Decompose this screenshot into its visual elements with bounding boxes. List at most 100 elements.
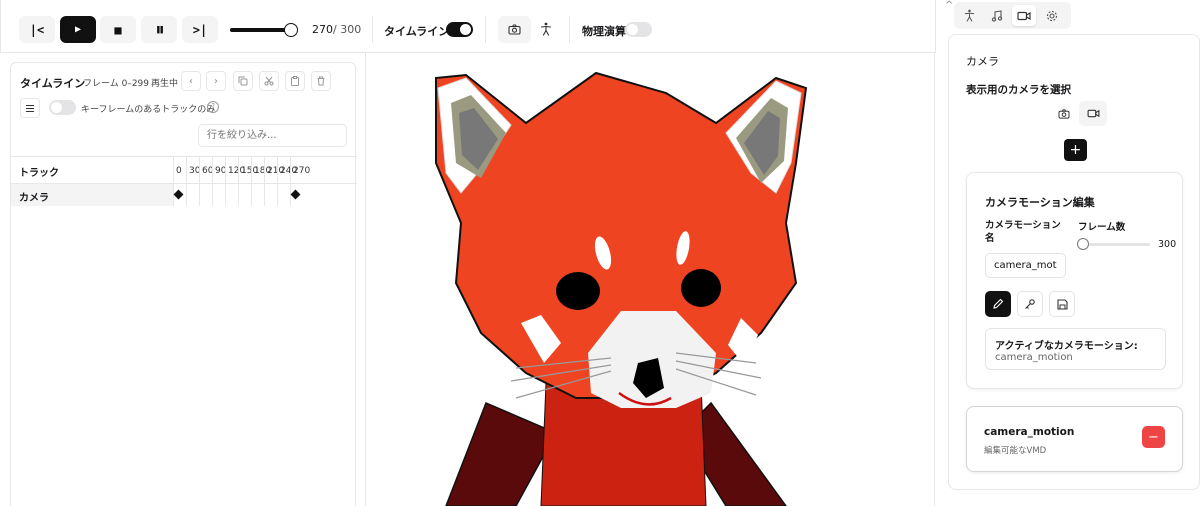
frames-slider-thumb[interactable] xyxy=(1077,238,1089,250)
grid-line xyxy=(238,156,239,206)
camera-icon xyxy=(508,24,521,35)
prev-keyframe-button[interactable]: ‹ xyxy=(181,71,201,91)
scissors-icon xyxy=(264,76,274,86)
current-frame: 270 xyxy=(312,23,333,36)
physics-toggle-knob xyxy=(627,24,638,35)
red-panda-model xyxy=(435,71,808,506)
frame-tick-label: 270 xyxy=(293,166,311,176)
panda-left-arm xyxy=(445,402,558,506)
keyframe-only-toggle[interactable] xyxy=(49,100,76,115)
keyframe-tool-button[interactable] xyxy=(1017,291,1043,317)
edit-motion-button[interactable] xyxy=(985,291,1011,317)
camera-motion-editor: カメラモーション編集 カメラモーション名 フレーム数 300 アクティブなカメラ… xyxy=(966,172,1183,389)
camera-icon-button[interactable] xyxy=(498,16,531,43)
inspector-tabs xyxy=(954,2,1071,29)
save-motion-button[interactable] xyxy=(1049,291,1075,317)
divider xyxy=(372,16,373,43)
timeline-toggle[interactable] xyxy=(446,22,473,37)
timeline-status: 再生中 xyxy=(151,79,179,89)
video-camera-icon xyxy=(1017,11,1031,20)
physics-toggle[interactable] xyxy=(625,22,652,37)
grid-line xyxy=(199,156,200,206)
tab-camera[interactable] xyxy=(1012,5,1036,26)
menu-icon xyxy=(26,104,34,112)
grid-line xyxy=(290,156,291,206)
frame-tick-label: 0 xyxy=(176,166,182,176)
select-camera-label: 表示用のカメラを選択 xyxy=(966,84,1071,96)
stop-button[interactable]: ■ xyxy=(100,16,136,43)
grid-line xyxy=(251,156,252,206)
add-camera-button[interactable]: + xyxy=(1064,139,1087,161)
frames-label: フレーム数 xyxy=(1078,222,1126,233)
seek-slider-thumb[interactable] xyxy=(284,23,299,37)
key-icon xyxy=(1025,299,1035,309)
keyframe-marker[interactable] xyxy=(290,189,301,200)
app-frame: |< ▶ ■ ❚❚ >| 270 / 300 タイムライン 物理演算 タイムライ… xyxy=(0,0,936,506)
grid-line xyxy=(212,156,213,206)
to-end-button[interactable]: >| xyxy=(182,16,218,43)
copy-button[interactable] xyxy=(233,71,253,91)
collapse-up-icon[interactable]: ^ xyxy=(945,0,953,11)
timeline-title: タイムライン xyxy=(20,77,86,90)
seek-slider-fill xyxy=(230,28,292,32)
motion-item-name: camera_motion xyxy=(984,426,1075,438)
keyframe-only-toggle-knob xyxy=(51,102,62,113)
timeline-panel: タイムライン フレーム 0–299 再生中 ‹ › キーフレームのあるトラックの… xyxy=(10,62,357,506)
grid-line xyxy=(264,156,265,206)
timeline-grid-header: トラック 0 30 60 90 120 150 180 210 240 270 xyxy=(11,156,357,184)
timeline-toggle-label: タイムライン xyxy=(384,25,450,38)
camera-icon xyxy=(1058,109,1070,119)
active-motion-box: アクティブなカメラモーション: camera_motion xyxy=(985,328,1166,370)
save-icon xyxy=(1056,298,1068,310)
grid-line xyxy=(277,156,278,206)
keyframe-only-label: キーフレームのあるトラックのみ xyxy=(81,105,216,115)
grid-line xyxy=(225,156,226,206)
panda-right-eye xyxy=(681,269,721,307)
cut-button[interactable] xyxy=(259,71,279,91)
grid-line xyxy=(186,156,187,206)
music-icon xyxy=(991,9,1003,22)
3d-viewport[interactable] xyxy=(365,53,935,506)
active-motion-label: アクティブなカメラモーション: xyxy=(995,341,1138,352)
physics-toggle-label: 物理演算 xyxy=(582,25,626,38)
next-keyframe-button[interactable]: › xyxy=(206,71,226,91)
tab-settings[interactable] xyxy=(1040,5,1064,26)
motion-editor-title: カメラモーション編集 xyxy=(985,196,1095,209)
video-camera-option[interactable] xyxy=(1079,101,1107,126)
clipboard-icon xyxy=(291,76,299,86)
timeline-toggle-knob xyxy=(460,24,471,35)
play-button[interactable]: ▶ xyxy=(60,16,96,43)
pose-icon xyxy=(964,9,974,22)
track-row[interactable]: カメラ xyxy=(11,184,173,206)
video-camera-icon xyxy=(1087,109,1099,118)
row-filter-input[interactable] xyxy=(198,124,347,147)
keyframe-marker[interactable] xyxy=(173,189,184,200)
divider xyxy=(569,16,570,43)
motion-name-label: カメラモーション名 xyxy=(985,220,1061,244)
track-name: カメラ xyxy=(19,193,49,204)
pause-button[interactable]: ❚❚ xyxy=(141,16,177,43)
tab-music[interactable] xyxy=(985,5,1009,26)
timeline-frame-range: フレーム 0–299 xyxy=(83,79,149,89)
section-title: カメラ xyxy=(966,55,999,68)
remove-motion-button[interactable]: − xyxy=(1142,426,1165,448)
delete-keyframe-button[interactable] xyxy=(311,71,331,91)
divider xyxy=(485,16,486,43)
menu-button[interactable] xyxy=(20,98,40,118)
photo-camera-option[interactable] xyxy=(1052,103,1076,125)
gear-icon xyxy=(1046,10,1058,21)
total-frames: / 300 xyxy=(333,23,362,36)
copy-icon xyxy=(238,76,248,86)
motion-item-description: 編集可能なVMD xyxy=(984,446,1047,456)
motion-list-item[interactable]: camera_motion 編集可能なVMD − xyxy=(966,406,1183,472)
motion-name-input[interactable] xyxy=(985,253,1066,278)
frames-slider-track xyxy=(1083,243,1150,246)
panda-left-eye xyxy=(556,272,600,310)
chevron-left-icon: ‹ xyxy=(189,75,193,87)
to-start-button[interactable]: |< xyxy=(19,16,55,43)
pose-icon[interactable] xyxy=(537,20,555,38)
chevron-right-icon: › xyxy=(214,75,218,87)
paste-button[interactable] xyxy=(285,71,305,91)
help-icon[interactable]: ? xyxy=(207,101,219,113)
tab-pose[interactable] xyxy=(957,5,981,26)
